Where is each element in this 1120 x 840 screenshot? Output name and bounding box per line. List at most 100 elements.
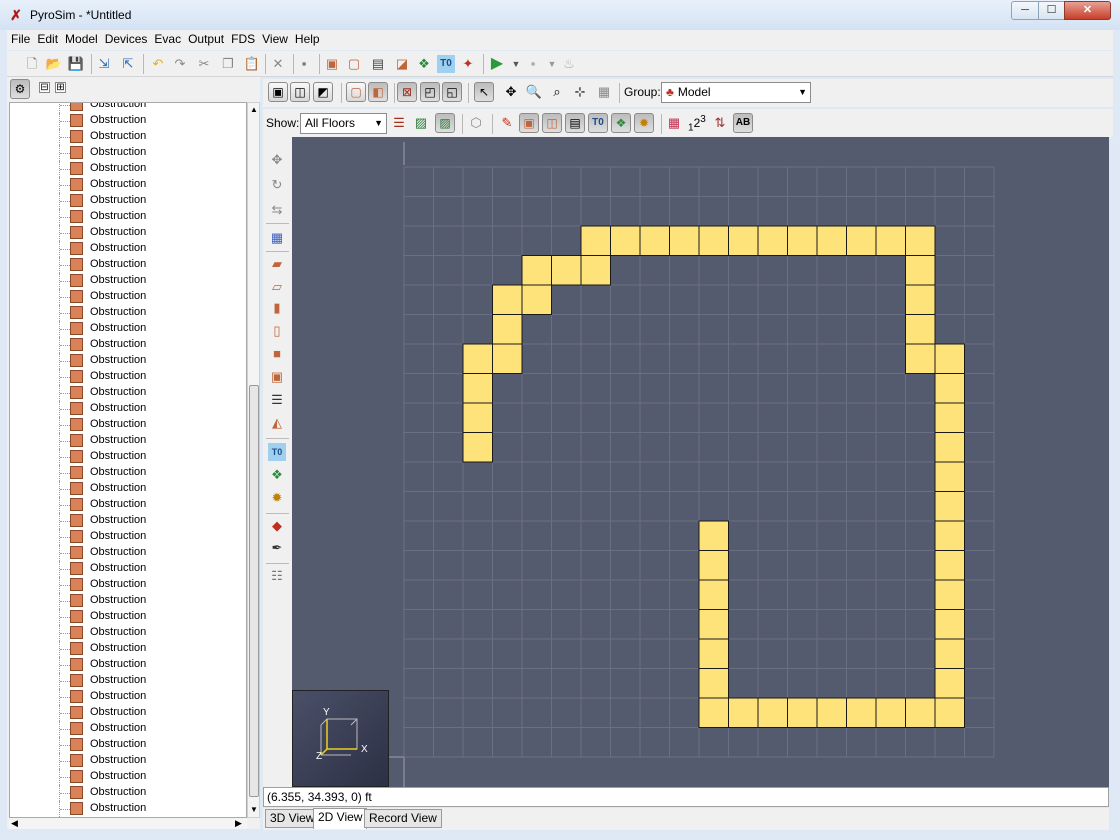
new-surface-icon[interactable]: ✦ (459, 55, 477, 73)
render-shaded-icon[interactable]: ◱ (442, 82, 462, 102)
undo-icon[interactable]: ↶ (149, 55, 167, 73)
tree-item-obstruction[interactable]: Obstruction (10, 529, 246, 545)
wall-icon[interactable]: ▮ (268, 299, 286, 317)
tree-item-obstruction[interactable]: Obstruction (10, 641, 246, 657)
minimize-button[interactable]: ─ (1011, 1, 1039, 20)
tree-item-obstruction[interactable]: Obstruction (10, 513, 246, 529)
tree-item-obstruction[interactable]: Obstruction (10, 289, 246, 305)
export-icon[interactable]: ⇱ (119, 55, 137, 73)
tree-view-icon[interactable]: ⚙ (10, 79, 30, 99)
show-obstructions-toggle-icon[interactable]: ▣ (519, 113, 539, 133)
paste-icon[interactable]: 📋 (243, 55, 261, 73)
render-hidden-icon[interactable]: ⊠ (397, 82, 417, 102)
new-device-icon[interactable]: ❖ (415, 55, 433, 73)
model-2d-viewport[interactable]: Y X Z (292, 137, 1109, 787)
tree-item-obstruction[interactable]: Obstruction (10, 401, 246, 417)
tree-item-obstruction[interactable]: Obstruction (10, 577, 246, 593)
paint-icon[interactable]: ◆ (268, 517, 286, 535)
show-labels-number-icon[interactable]: 123 (688, 114, 706, 133)
tree-item-obstruction[interactable]: Obstruction (10, 417, 246, 433)
tree-item-obstruction[interactable]: Obstruction (10, 241, 246, 257)
viewport-canvas[interactable] (292, 137, 1109, 787)
tree-item-obstruction[interactable]: Obstruction (10, 689, 246, 705)
new-vent-icon[interactable]: ▤ (369, 55, 387, 73)
tree-item-obstruction[interactable]: Obstruction (10, 801, 246, 817)
import-icon[interactable]: ⇲ (95, 55, 113, 73)
tree-item-obstruction[interactable]: Obstruction (10, 113, 246, 129)
tree-item-obstruction[interactable]: Obstruction (10, 353, 246, 369)
stop-icon[interactable]: ▪ (524, 55, 542, 73)
show-vectors-icon[interactable]: ⇅ (711, 114, 729, 132)
fire-icon[interactable]: ♨ (560, 55, 578, 73)
tree-item-obstruction[interactable]: Obstruction (10, 465, 246, 481)
view-front-icon[interactable]: ◩ (313, 82, 333, 102)
show-surfaces-icon[interactable]: ✎ (498, 114, 516, 132)
scrollbar-thumb[interactable] (249, 385, 259, 797)
tree-item-obstruction[interactable]: Obstruction (10, 257, 246, 273)
show-meshes-icon[interactable]: ⬡ (467, 114, 485, 132)
tree-vertical-scrollbar[interactable]: ▲ ▼ (247, 102, 260, 818)
eyedropper-icon[interactable]: ✒ (268, 539, 286, 557)
select-tool-icon[interactable]: ↖ (474, 82, 494, 102)
tree-item-obstruction[interactable]: Obstruction (10, 321, 246, 337)
tree-item-obstruction[interactable]: Obstruction (10, 145, 246, 161)
tree-item-obstruction[interactable]: Obstruction (10, 103, 246, 113)
redo-icon[interactable]: ↷ (171, 55, 189, 73)
show-holes-toggle-icon[interactable]: ◫ (542, 113, 562, 133)
slab-icon[interactable]: ▰ (268, 255, 286, 273)
mesh-icon[interactable]: ▦ (268, 229, 286, 247)
close-button[interactable]: ✕ (1064, 1, 1111, 20)
tree-item-obstruction[interactable]: Obstruction (10, 161, 246, 177)
tree-item-obstruction[interactable]: Obstruction (10, 625, 246, 641)
tab-record-view[interactable]: Record View (364, 809, 442, 828)
mirror-icon[interactable]: ⇆ (268, 201, 286, 219)
tree-item-obstruction[interactable]: Obstruction (10, 497, 246, 513)
wall2-icon[interactable]: ▯ (268, 322, 286, 340)
tree-item-obstruction[interactable]: Obstruction (10, 593, 246, 609)
menu-edit[interactable]: Edit (33, 30, 61, 50)
list-icon[interactable]: ☷ (268, 567, 286, 585)
show-devices-toggle-icon[interactable]: ❖ (611, 113, 631, 133)
tree-item-obstruction[interactable]: Obstruction (10, 785, 246, 801)
render-outline-icon[interactable]: ◰ (420, 82, 440, 102)
tree-item-obstruction[interactable]: Obstruction (10, 481, 246, 497)
open-folder-icon[interactable]: 📂 (45, 55, 63, 73)
tree-item-obstruction[interactable]: Obstruction (10, 337, 246, 353)
script-icon[interactable]: ☰ (268, 391, 286, 409)
tree-item-obstruction[interactable]: Obstruction (10, 225, 246, 241)
show-grid-icon[interactable]: ▦ (665, 114, 683, 132)
tree-item-obstruction[interactable]: Obstruction (10, 209, 246, 225)
new-slice-icon[interactable]: ◪ (393, 55, 411, 73)
collapse-all-button[interactable]: ⊟ (39, 82, 50, 93)
tree-item-obstruction[interactable]: Obstruction (10, 369, 246, 385)
stop-dropdown-icon[interactable]: ▼ (543, 55, 561, 73)
tree-item-obstruction[interactable]: Obstruction (10, 737, 246, 753)
new-file-icon[interactable]: 🗋 (23, 55, 41, 73)
tree-item-obstruction[interactable]: Obstruction (10, 657, 246, 673)
fire-device-icon[interactable]: ✹ (268, 489, 286, 507)
pan-tool-icon[interactable]: ✥ (502, 83, 520, 101)
show-text-toggle-icon[interactable]: T0 (588, 113, 608, 133)
tree-item-obstruction[interactable]: Obstruction (10, 433, 246, 449)
menu-evac[interactable]: Evac (150, 30, 184, 50)
zoom-box-icon[interactable]: ⌕ (548, 83, 566, 101)
show-vents-toggle-icon[interactable]: ▤ (565, 113, 585, 133)
maximize-button[interactable]: ☐ (1038, 1, 1065, 20)
floor-icon[interactable]: ▱ (268, 278, 286, 296)
new-text-icon[interactable]: T0 (437, 55, 455, 73)
floor-settings-icon[interactable]: ☰ (390, 114, 408, 132)
scroll-down-icon[interactable]: ▼ (249, 805, 259, 815)
tree-item-obstruction[interactable]: Obstruction (10, 673, 246, 689)
tree-item-obstruction[interactable]: Obstruction (10, 129, 246, 145)
scroll-right-icon[interactable]: ▶ (235, 818, 242, 829)
zoom-tool-icon[interactable]: 🔍 (525, 83, 543, 101)
scroll-up-icon[interactable]: ▲ (249, 105, 259, 115)
move-icon[interactable]: ✥ (268, 151, 286, 169)
obstruction-tree[interactable]: Obstruction Obstruction Obstruction Obstruc… (9, 102, 247, 818)
tree-item-obstruction[interactable]: Obstruction (10, 193, 246, 209)
menu-fds[interactable]: FDS (227, 30, 258, 50)
tree-item-obstruction[interactable]: Obstruction (10, 385, 246, 401)
new-hole-icon[interactable]: ▢ (345, 55, 363, 73)
tree-item-obstruction[interactable]: Obstruction (10, 753, 246, 769)
tree-item-obstruction[interactable]: Obstruction (10, 721, 246, 737)
